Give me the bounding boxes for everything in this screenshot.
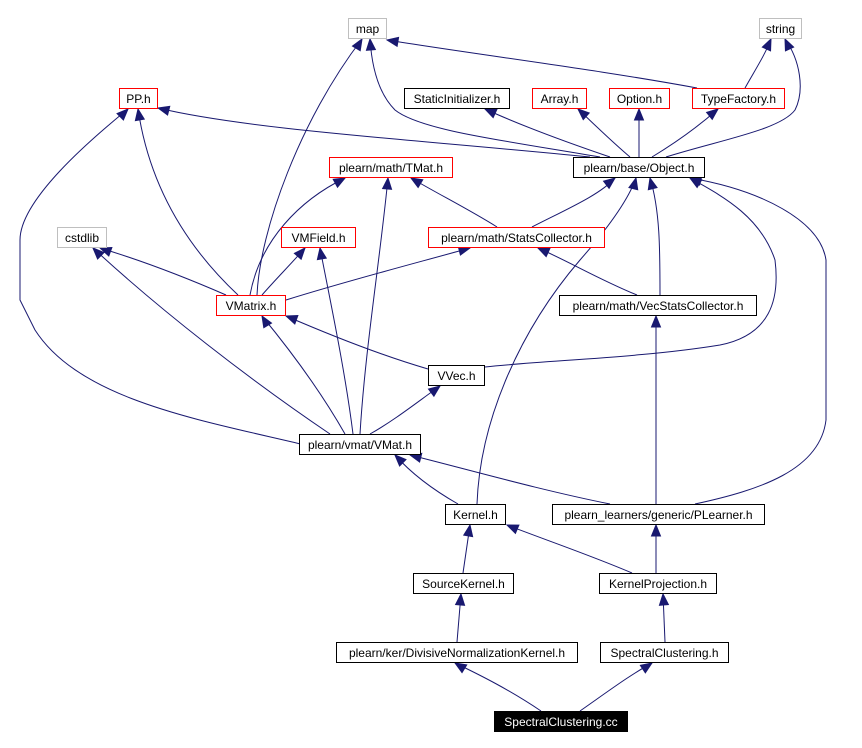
node-staticinitializer-h[interactable]: StaticInitializer.h [404, 88, 510, 109]
node-typefactory-h[interactable]: TypeFactory.h [692, 88, 785, 109]
edge-statscollector-object [531, 177, 616, 228]
edge-vmatrix-statscollector [285, 247, 471, 301]
node-spectralclustering-h[interactable]: SpectralClustering.h [600, 642, 729, 663]
node-statscollector-h[interactable]: plearn/math/StatsCollector.h [428, 227, 605, 248]
arrowhead-spectralh-kernelproj [658, 592, 670, 606]
edge-plearner-object [689, 177, 827, 505]
arrowhead-vmat-tmat [381, 176, 393, 190]
arrowhead-vmatrix-pp [134, 107, 146, 122]
arrowhead-vmatrix-map [351, 37, 363, 52]
edge-typefactory-map [386, 39, 698, 89]
node-map[interactable]: map [348, 18, 387, 39]
edge-object-staticinit [484, 108, 611, 158]
node-kernelprojection-h[interactable]: KernelProjection.h [599, 573, 717, 594]
arrowhead-object-string [784, 37, 795, 52]
arrowhead-vmat-vvec [427, 385, 442, 398]
edge-object-pp [157, 107, 591, 158]
node-vmfield-h[interactable]: VMField.h [281, 227, 356, 248]
arrowhead-vmatrix-tmat [332, 177, 347, 189]
edge-kernelproj-kernel [506, 524, 633, 574]
arrowhead-object-pp [156, 105, 171, 116]
node-sourcekernel-h[interactable]: SourceKernel.h [413, 573, 514, 594]
node-divisivenormalizationkernel-h[interactable]: plearn/ker/DivisiveNormalizationKernel.h [336, 642, 578, 663]
node-vmatrix-h[interactable]: VMatrix.h [216, 295, 286, 316]
edge-vmat-vvec [369, 385, 441, 435]
edge-vvec-object [484, 177, 777, 368]
arrowhead-plearner-vecstats [650, 314, 662, 328]
node-pp-h[interactable]: PP.h [119, 88, 158, 109]
edge-vmat-cstdlib [92, 247, 331, 435]
arrowhead-sourcekernel-kernel [462, 523, 474, 538]
edge-statscollector-tmat [410, 177, 498, 228]
arrowhead-object-map [365, 37, 377, 51]
arrowhead-statscollector-tmat [409, 177, 424, 189]
node-spectralclustering-cc-root: SpectralClustering.cc [494, 711, 628, 732]
edge-plearner-vmat [409, 454, 611, 505]
arrowhead-typefactory-map [385, 36, 400, 48]
node-option-h[interactable]: Option.h [609, 88, 670, 109]
arrowhead-kernel-object [628, 176, 639, 191]
edge-root-divnorm [454, 662, 542, 712]
edge-vvec-vmatrix [285, 315, 429, 370]
arrowhead-kernelproj-kernel [505, 524, 520, 535]
edge-vmat-pp [19, 108, 306, 446]
arrowhead-vmat-vmfield [316, 246, 328, 261]
arrowhead-vvec-vmatrix [284, 315, 299, 325]
arrowhead-divnorm-sourcekernel [454, 592, 466, 606]
node-tmat-h[interactable]: plearn/math/TMat.h [329, 157, 453, 178]
edge-root-spectralh [579, 662, 653, 712]
node-vecstatscollector-h[interactable]: plearn/math/VecStatsCollector.h [559, 295, 757, 316]
arrowhead-vmat-pp [116, 108, 129, 121]
arrowhead-kernelproj-plearner [650, 523, 662, 537]
edge-vmat-tmat [359, 177, 389, 435]
node-kernel-h[interactable]: Kernel.h [445, 504, 506, 525]
node-object-h[interactable]: plearn/base/Object.h [573, 157, 705, 178]
arrowhead-object-option [633, 107, 645, 121]
edge-kernel-vmat [394, 454, 459, 505]
arrowhead-object-staticinit [483, 108, 498, 119]
node-array-h[interactable]: Array.h [532, 88, 587, 109]
edge-vecstats-object [649, 177, 661, 296]
node-vvec-h[interactable]: VVec.h [428, 365, 485, 386]
arrowhead-vvec-object [688, 177, 703, 189]
edge-vecstats-statscollector [537, 247, 638, 296]
node-string[interactable]: string [759, 18, 802, 39]
arrowhead-vecstats-object [647, 176, 658, 191]
arrowhead-root-divnorm [453, 662, 468, 674]
node-cstdlib[interactable]: cstdlib [57, 227, 107, 248]
include-dependency-graph: map string PP.h StaticInitializer.h Arra… [0, 0, 862, 748]
arrowhead-root-spectralh [639, 662, 654, 674]
edge-object-typefactory [651, 108, 719, 158]
node-plearner-h[interactable]: plearn_learners/generic/PLearner.h [552, 504, 765, 525]
arrowhead-typefactory-string [761, 37, 772, 52]
edge-vmatrix-pp [137, 108, 239, 296]
arrowhead-vecstats-statscollector [536, 247, 551, 258]
node-vmat-h[interactable]: plearn/vmat/VMat.h [299, 434, 421, 455]
